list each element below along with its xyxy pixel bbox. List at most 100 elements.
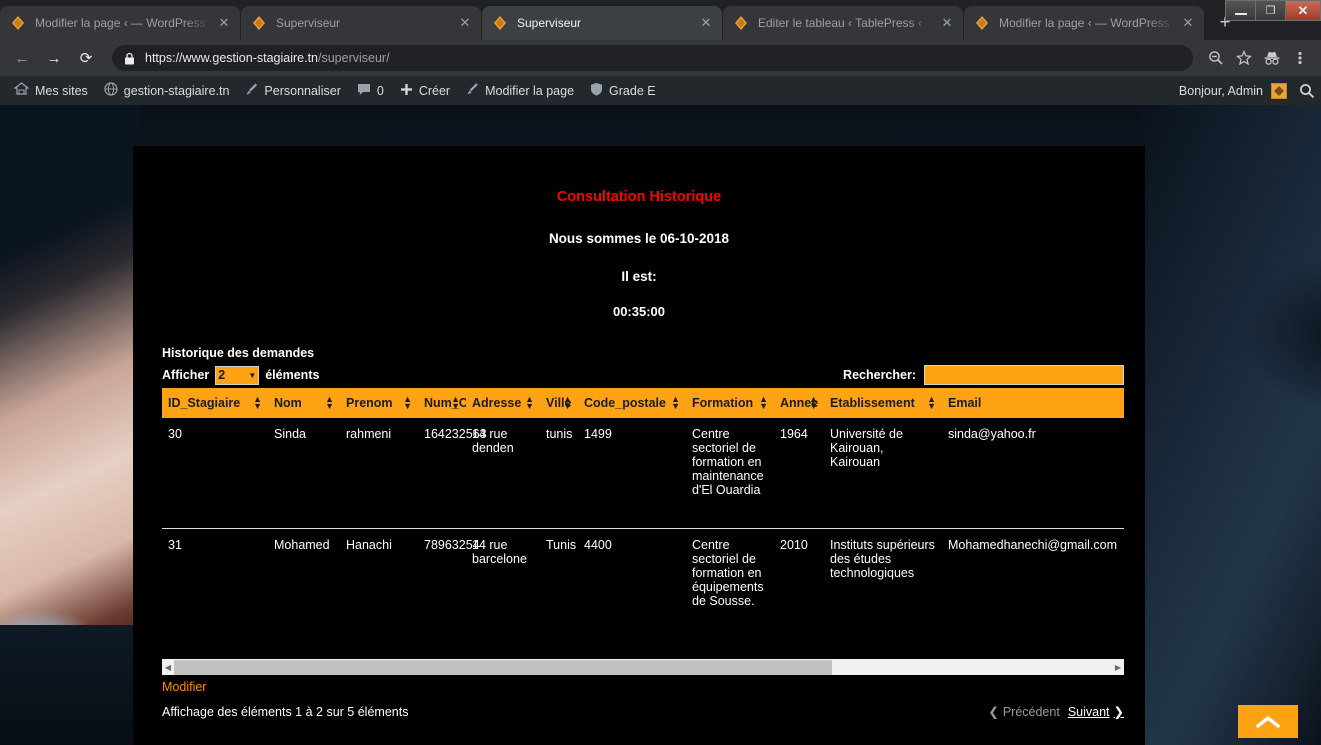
pagination: ❮ Précédent Suivant ❯: [988, 704, 1124, 720]
tab-close-icon[interactable]: ✕: [216, 15, 232, 31]
adminbar-item-creer[interactable]: Créer: [392, 76, 458, 105]
wordpress-favicon: [974, 15, 990, 31]
column-header-formation[interactable]: Formation ▲ ▼: [686, 388, 774, 418]
table-header-row: ID_Stagiaire ▲ ▼ Nom ▲ ▼ Prenom ▲ ▼ Num_CIN ▲ ▼ …: [162, 388, 1124, 418]
pagination-previous[interactable]: ❮ Précédent: [988, 704, 1059, 720]
cell-num-cin: 78963254: [418, 528, 480, 658]
chevron-down-icon: ▼: [248, 370, 257, 380]
column-header-id-stagiaire[interactable]: ID_Stagiaire ▲ ▼: [162, 388, 268, 418]
maximize-button[interactable]: ❐: [1256, 1, 1286, 20]
adminbar-greeting[interactable]: Bonjour, Admin: [1179, 84, 1263, 98]
column-header-email[interactable]: Email: [942, 388, 1124, 418]
tab-close-icon[interactable]: ✕: [939, 15, 955, 31]
table-caption: Historique des demandes: [162, 346, 315, 360]
tab-close-icon[interactable]: ✕: [698, 15, 714, 31]
tab-close-icon[interactable]: ✕: [1180, 15, 1196, 31]
cell-prenom: Hanachi: [340, 528, 418, 658]
column-header-ville[interactable]: Ville ▲ ▼: [540, 388, 578, 418]
cell-etablissement: Instituts supérieurs des études technolo…: [824, 528, 942, 658]
adminbar-search-icon[interactable]: [1287, 76, 1315, 105]
browser-tab-3-active[interactable]: Superviseur ✕: [482, 6, 722, 40]
adminbar-item-grade-e[interactable]: Grade E: [582, 76, 664, 105]
cell-nom: Sinda: [268, 418, 340, 529]
scroll-to-top-button[interactable]: [1238, 705, 1298, 738]
search-input[interactable]: [924, 365, 1124, 385]
forward-icon[interactable]: →: [40, 44, 68, 72]
chrome-menu-icon[interactable]: [1287, 45, 1313, 71]
header-label: Formation: [692, 396, 754, 410]
current-date-line: Nous sommes le 06-10-2018: [548, 231, 730, 246]
cell-email: sinda@yahoo.fr: [942, 418, 1124, 529]
pagination-next[interactable]: Suivant ❯: [1068, 704, 1124, 720]
scroll-right-arrow-icon[interactable]: ▶: [1112, 659, 1124, 675]
sort-arrows-icon: ▲ ▼: [671, 394, 680, 411]
column-header-adresse[interactable]: Adresse ▲ ▼: [466, 388, 540, 418]
adminbar-label: Personnaliser: [264, 83, 341, 98]
column-header-annee[interactable]: Annee ▲ ▼: [774, 388, 824, 418]
wordpress-favicon: [492, 15, 508, 31]
table-row[interactable]: 31 Mohamed Hanachi 78963254 14 rue barce…: [162, 528, 1124, 658]
browser-toolbar: ← → ⟳ https://www.gestion-stagiaire.tn/s…: [0, 40, 1321, 76]
scrollbar-thumb[interactable]: [174, 660, 832, 675]
scrollbar-track[interactable]: [174, 659, 1112, 675]
header-label: ID_Stagiaire: [168, 396, 241, 410]
column-header-nom[interactable]: Nom ▲ ▼: [268, 388, 340, 418]
column-header-num-cin[interactable]: Num_CIN ▲ ▼: [418, 388, 480, 418]
adminbar-item-personnaliser[interactable]: Personnaliser: [237, 76, 348, 105]
browser-tab-1[interactable]: Modifier la page ‹ — WordPress ✕: [0, 6, 240, 40]
header-label: Nom: [274, 396, 302, 410]
page-length-control: Afficher 2 ▼ éléments: [162, 365, 320, 385]
comment-bubble-icon: [357, 83, 371, 99]
user-avatar[interactable]: [1271, 82, 1287, 99]
close-window-button[interactable]: ✕: [1286, 1, 1320, 20]
cell-annee: 2010: [774, 528, 824, 658]
browser-window: Modifier la page ‹ — WordPress ✕ Supervi…: [0, 0, 1321, 745]
modifier-link[interactable]: Modifier: [162, 680, 206, 694]
header-label: Prenom: [346, 396, 393, 410]
adminbar-label: Mes sites: [35, 83, 88, 98]
tab-close-icon[interactable]: ✕: [457, 15, 473, 31]
page-length-select[interactable]: 2 ▼: [215, 365, 260, 385]
tab-title: Modifier la page ‹ — WordPress: [35, 16, 206, 30]
sort-arrows-icon: ▲ ▼: [403, 394, 412, 411]
sort-arrows-icon: ▲ ▼: [809, 394, 818, 411]
sort-arrows-icon: ▲ ▼: [563, 394, 572, 411]
datatable-wrapper: Historique des demandes Afficher 2 ▼ élé…: [162, 346, 1124, 719]
incognito-icon[interactable]: [1259, 45, 1285, 71]
address-bar[interactable]: https://www.gestion-stagiaire.tn/supervi…: [112, 45, 1193, 71]
bookmark-star-icon[interactable]: [1231, 45, 1257, 71]
minimize-button[interactable]: [1226, 1, 1256, 20]
browser-tab-2[interactable]: Superviseur ✕: [241, 6, 481, 40]
table-head: ID_Stagiaire ▲ ▼ Nom ▲ ▼ Prenom ▲ ▼ Num_CIN ▲ ▼ …: [162, 388, 1124, 418]
adminbar-item-site[interactable]: gestion-stagiaire.tn: [96, 76, 238, 105]
tab-strip: Modifier la page ‹ — WordPress ✕ Supervi…: [0, 0, 1321, 40]
column-header-prenom[interactable]: Prenom ▲ ▼: [340, 388, 418, 418]
page-length-suffix: éléments: [265, 368, 320, 382]
back-icon[interactable]: ←: [8, 44, 36, 72]
adminbar-item-mes-sites[interactable]: Mes sites: [6, 76, 96, 105]
wordpress-favicon: [733, 15, 749, 31]
lock-icon: [124, 52, 135, 65]
column-header-etablissement[interactable]: Etablissement ▲ ▼: [824, 388, 942, 418]
zoom-out-icon[interactable]: [1203, 45, 1229, 71]
tab-title: Editer le tableau ‹ TablePress ‹: [758, 16, 922, 30]
adminbar-item-modifier-la-page[interactable]: Modifier la page: [458, 76, 582, 105]
chevron-up-icon: [1256, 715, 1280, 729]
horizontal-scrollbar[interactable]: ◀ ▶: [162, 658, 1124, 675]
browser-tab-4[interactable]: Editer le tableau ‹ TablePress ‹ ✕: [723, 6, 963, 40]
adminbar-label: Créer: [418, 83, 451, 98]
cell-formation: Centre sectoriel de formation en équipem…: [686, 528, 774, 658]
cell-formation: Centre sectoriel de formation en mainten…: [686, 418, 774, 529]
window-controls: ❐ ✕: [1225, 0, 1321, 21]
scroll-left-arrow-icon[interactable]: ◀: [162, 659, 174, 675]
search-label: Rechercher:: [843, 368, 916, 382]
browser-tab-5[interactable]: Modifier la page ‹ — WordPress ✕: [964, 6, 1204, 40]
adminbar-item-comments[interactable]: 0: [349, 76, 392, 105]
plus-icon: [400, 83, 413, 99]
table-row[interactable]: 30 Sinda rahmeni 164232563 14 rue denden…: [162, 418, 1124, 529]
reload-icon[interactable]: ⟳: [72, 44, 100, 72]
sort-arrows-icon: ▲ ▼: [451, 394, 460, 411]
page-length-prefix: Afficher: [162, 368, 210, 382]
brush-icon: [245, 82, 258, 99]
column-header-code-postale[interactable]: Code_postale ▲ ▼: [578, 388, 686, 418]
